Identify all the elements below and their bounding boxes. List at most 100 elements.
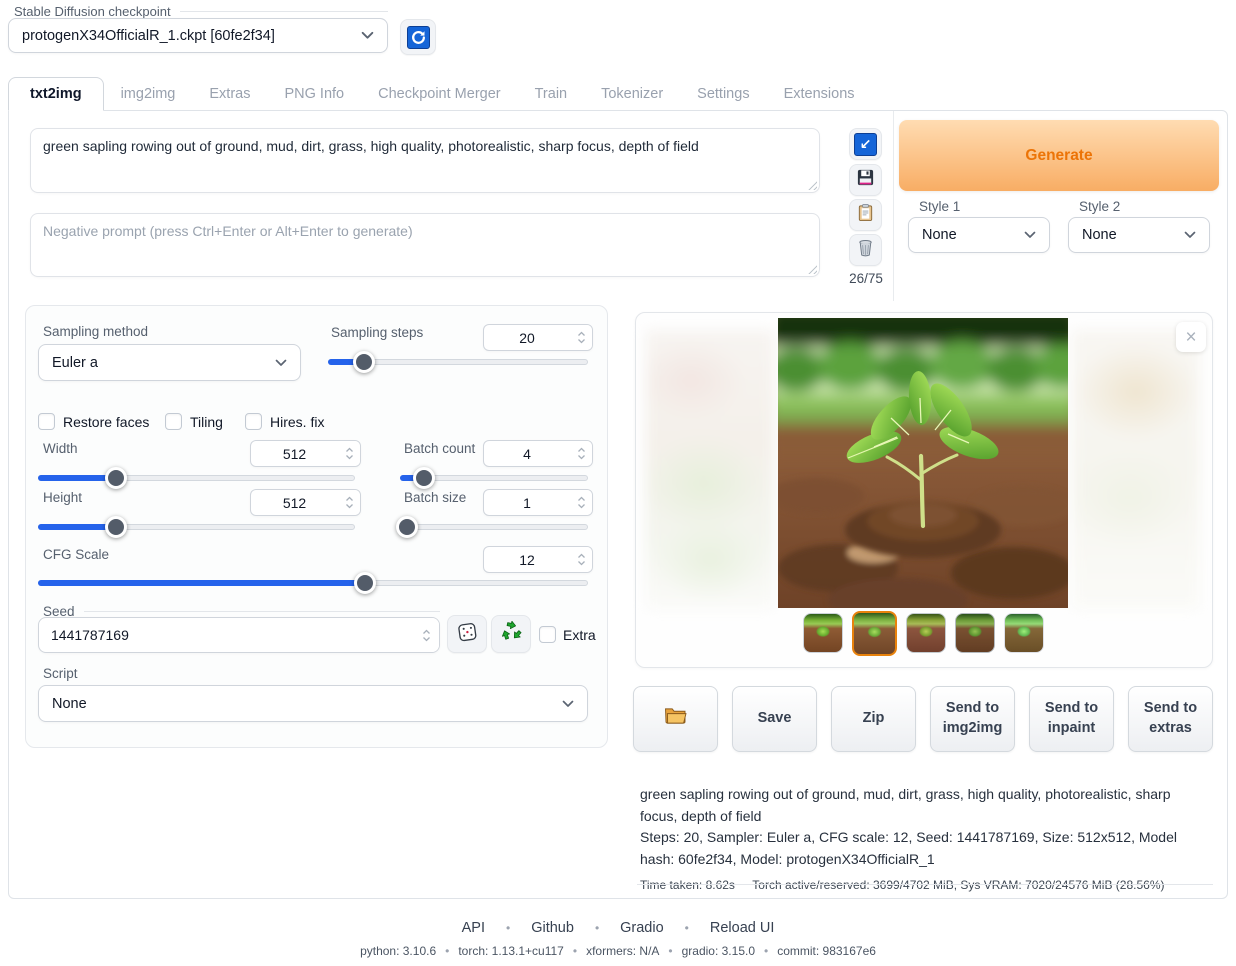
checkpoint-label-rule: [180, 11, 388, 12]
batch-size-slider[interactable]: [400, 516, 588, 538]
save-style-button[interactable]: [849, 164, 882, 196]
sampling-steps-label: Sampling steps: [331, 325, 423, 340]
slider-handle[interactable]: [354, 572, 376, 594]
footer-link-gradio[interactable]: Gradio: [574, 920, 664, 936]
spinner-icon[interactable]: [338, 490, 360, 515]
sampling-method-select[interactable]: Euler a: [38, 344, 301, 381]
script-select[interactable]: None: [38, 685, 588, 722]
hires-fix-label: Hires. fix: [270, 414, 324, 430]
height-slider[interactable]: [38, 516, 355, 538]
prompt-input[interactable]: green sapling rowing out of ground, mud,…: [30, 128, 820, 193]
clear-prompt-button[interactable]: [849, 234, 882, 266]
send-to-img2img-button[interactable]: Send to img2img: [930, 686, 1015, 752]
recycle-icon: [501, 621, 522, 647]
tab-txt2img[interactable]: txt2img: [8, 77, 104, 111]
slider-handle[interactable]: [105, 516, 127, 538]
zip-button[interactable]: Zip: [831, 686, 916, 752]
save-button[interactable]: Save: [732, 686, 817, 752]
sampling-steps-input[interactable]: 20: [483, 324, 593, 351]
width-slider[interactable]: [38, 467, 355, 489]
negative-prompt-input[interactable]: [30, 213, 820, 277]
send-to-inpaint-button[interactable]: Send to inpaint: [1029, 686, 1114, 752]
script-label: Script: [43, 666, 78, 681]
hires-fix-checkbox[interactable]: [245, 413, 262, 430]
version-torch: torch: 1.13.1+cu117: [436, 944, 564, 958]
cfg-scale-slider[interactable]: [38, 572, 588, 594]
main-tabs: txt2img img2img Extras PNG Info Checkpoi…: [8, 77, 872, 110]
tab-png-info[interactable]: PNG Info: [267, 78, 361, 110]
slider-handle[interactable]: [413, 467, 435, 489]
seed-input[interactable]: 1441787169: [38, 617, 440, 653]
height-label: Height: [43, 490, 82, 505]
checkpoint-label: Stable Diffusion checkpoint: [14, 4, 171, 19]
footer: API Github Gradio Reload UI python: 3.10…: [0, 920, 1236, 958]
batch-size-label: Batch size: [404, 490, 466, 505]
script-value: None: [52, 696, 87, 712]
tab-checkpoint-merger[interactable]: Checkpoint Merger: [361, 78, 518, 110]
clipboard-icon: [856, 203, 875, 227]
footer-link-github[interactable]: Github: [485, 920, 574, 936]
style1-value: None: [922, 227, 957, 243]
generated-image[interactable]: [778, 318, 1068, 608]
chevron-down-icon: [361, 31, 374, 40]
spinner-icon[interactable]: [338, 441, 360, 466]
cfg-scale-input[interactable]: 12: [483, 546, 593, 573]
tab-extras[interactable]: Extras: [192, 78, 267, 110]
checkpoint-select[interactable]: protogenX34OfficialR_1.ckpt [60fe2f34]: [8, 18, 388, 53]
batch-size-input[interactable]: 1: [483, 489, 593, 516]
style1-select[interactable]: None: [908, 217, 1050, 253]
thumbnail-3[interactable]: [906, 613, 946, 653]
thumbnail-4[interactable]: [955, 613, 995, 653]
chevron-down-icon: [562, 700, 574, 708]
tab-settings[interactable]: Settings: [680, 78, 766, 110]
open-folder-button[interactable]: [633, 686, 718, 752]
tab-extensions[interactable]: Extensions: [767, 78, 872, 110]
batch-count-input[interactable]: 4: [483, 440, 593, 467]
refresh-checkpoint-button[interactable]: [400, 19, 436, 55]
tiling-checkbox[interactable]: [165, 413, 182, 430]
send-to-extras-button[interactable]: Send to extras: [1128, 686, 1213, 752]
restore-faces-checkbox[interactable]: [38, 413, 55, 430]
height-input[interactable]: 512: [250, 489, 361, 516]
thumbnail-2[interactable]: [852, 611, 897, 656]
spinner-icon[interactable]: [570, 547, 592, 572]
close-gallery-button[interactable]: ×: [1176, 322, 1206, 352]
style2-select[interactable]: None: [1068, 217, 1210, 253]
width-input[interactable]: 512: [250, 440, 361, 467]
checkpoint-value: protogenX34OfficialR_1.ckpt [60fe2f34]: [22, 28, 275, 44]
random-seed-button[interactable]: [447, 615, 487, 653]
spinner-icon[interactable]: [570, 490, 592, 515]
footer-link-api[interactable]: API: [462, 920, 485, 936]
spinner-icon[interactable]: [570, 325, 592, 350]
close-icon: ×: [1185, 328, 1196, 347]
extra-seed-checkbox[interactable]: [539, 626, 556, 643]
batch-count-slider[interactable]: [400, 467, 588, 489]
footer-link-reload-ui[interactable]: Reload UI: [664, 920, 775, 936]
spinner-icon[interactable]: [570, 441, 592, 466]
prompt-field-wrap: green sapling rowing out of ground, mud,…: [30, 128, 820, 193]
slider-handle[interactable]: [353, 351, 375, 373]
reuse-seed-button[interactable]: [491, 615, 531, 653]
slider-handle[interactable]: [396, 516, 418, 538]
arrow-down-left-icon: ↙: [854, 133, 877, 156]
slider-handle[interactable]: [105, 467, 127, 489]
height-value: 512: [251, 490, 338, 515]
read-generation-params-button[interactable]: ↙: [849, 128, 882, 160]
extra-seed-label: Extra: [563, 627, 596, 643]
gallery-thumbnails: [778, 609, 1068, 657]
apply-style-button[interactable]: [849, 199, 882, 231]
spinner-icon[interactable]: [413, 618, 439, 652]
chevron-down-icon: [1024, 231, 1036, 239]
seed-value: 1441787169: [39, 618, 413, 652]
slider-track[interactable]: [400, 524, 588, 530]
generate-button[interactable]: Generate: [899, 120, 1219, 191]
footer-versions: python: 3.10.6 torch: 1.13.1+cu117 xform…: [0, 944, 1236, 958]
thumbnail-1[interactable]: [803, 613, 843, 653]
sampling-method-value: Euler a: [52, 355, 98, 371]
tab-tokenizer[interactable]: Tokenizer: [584, 78, 680, 110]
sampling-steps-slider[interactable]: [328, 351, 588, 373]
tab-train[interactable]: Train: [518, 78, 585, 110]
tab-img2img[interactable]: img2img: [104, 78, 193, 110]
thumbnail-5[interactable]: [1004, 613, 1044, 653]
gallery-blur-left: [646, 330, 774, 610]
